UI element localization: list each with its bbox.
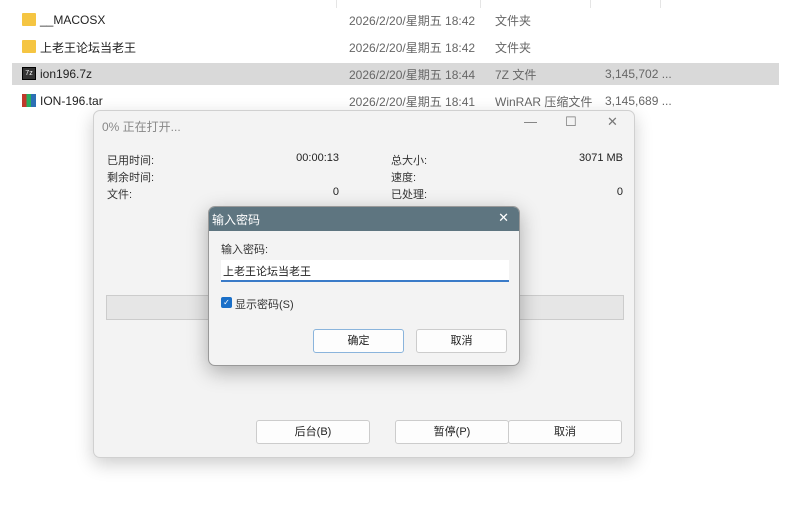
file-name: ion196.7z [40, 67, 93, 81]
file-name: ION-196.tar [40, 94, 103, 108]
file-name: __MACOSX [40, 13, 106, 27]
speed-label: 速度: [391, 172, 417, 184]
password-dialog: 输入密码 ✕ 输入密码: 上老王论坛当老王 ✓ 显示密码(S) 确定 取消 [208, 206, 520, 366]
file-type: 文件夹 [495, 40, 532, 55]
window-title: 0% 正在打开... [102, 120, 181, 134]
file-type: 文件夹 [495, 13, 532, 28]
column-divider [336, 0, 337, 8]
file-row[interactable]: ION-196.tar 2026/2/20/星期五 18:41 WinRAR 压… [12, 90, 779, 112]
7z-icon: 7z [22, 67, 36, 80]
file-row-selected[interactable]: 7z ion196.7z 2026/2/20/星期五 18:44 7Z 文件 3… [12, 63, 779, 85]
file-date: 2026/2/20/星期五 18:42 [349, 40, 476, 55]
close-icon[interactable]: ✕ [498, 210, 509, 226]
elapsed-label: 已用时间: [107, 155, 155, 167]
dialog-title: 输入密码 [212, 213, 261, 227]
winrar-icon [22, 94, 36, 107]
file-size: 3,145,689 ... [605, 94, 672, 108]
processed-label: 已处理: [391, 189, 428, 201]
minimize-button[interactable]: — [524, 114, 537, 129]
show-password-checkbox[interactable]: ✓ [221, 297, 232, 308]
column-divider [480, 0, 481, 8]
close-button[interactable]: ✕ [607, 114, 618, 130]
file-row[interactable]: __MACOSX 2026/2/20/星期五 18:42 文件夹 [12, 9, 779, 31]
background-button[interactable]: 后台(B) [256, 420, 370, 444]
maximize-button[interactable]: ☐ [565, 114, 577, 130]
file-row[interactable]: 上老王论坛当老王 2026/2/20/星期五 18:42 文件夹 [12, 36, 779, 58]
file-date: 2026/2/20/星期五 18:42 [349, 13, 476, 28]
files-label: 文件: [107, 189, 133, 201]
elapsed-value: 00:00:13 [296, 152, 339, 164]
cancel-button[interactable]: 取消 [508, 420, 622, 444]
file-type: 7Z 文件 [495, 67, 537, 82]
remaining-label: 剩余时间: [107, 172, 155, 184]
file-date: 2026/2/20/星期五 18:41 [349, 94, 476, 109]
file-type: WinRAR 压缩文件 [495, 94, 593, 109]
folder-icon [22, 13, 36, 26]
folder-icon [22, 40, 36, 53]
show-password-label[interactable]: 显示密码(S) [235, 296, 294, 312]
file-size: 3,145,702 ... [605, 67, 672, 81]
total-label: 总大小: [391, 155, 428, 167]
password-input[interactable]: 上老王论坛当老王 [221, 260, 509, 282]
processed-value: 0 [616, 186, 623, 198]
file-date: 2026/2/20/星期五 18:44 [349, 67, 476, 82]
password-label: 输入密码: [221, 244, 269, 256]
file-name: 上老王论坛当老王 [40, 40, 137, 55]
ok-button[interactable]: 确定 [313, 329, 404, 353]
total-value: 3071 MB [578, 152, 623, 164]
files-value: 0 [332, 186, 339, 198]
column-divider [660, 0, 661, 8]
cancel-button[interactable]: 取消 [416, 329, 507, 353]
pause-button[interactable]: 暂停(P) [395, 420, 509, 444]
column-divider [590, 0, 591, 8]
